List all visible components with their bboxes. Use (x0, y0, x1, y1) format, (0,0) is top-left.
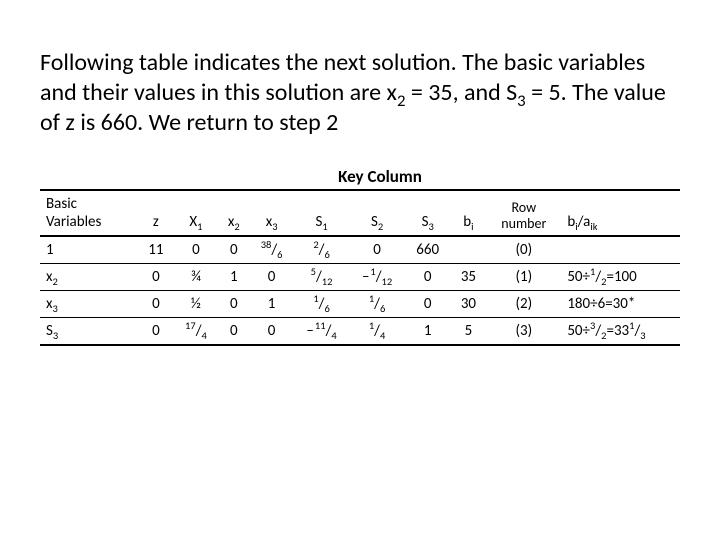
cell-basic: x2 (40, 264, 138, 291)
cell-s2: –1/12 (349, 264, 405, 291)
cell-x3: 38/6 (249, 236, 293, 264)
cell-x2: 0 (218, 318, 249, 346)
col-ratio: bi/aik (561, 190, 680, 236)
cell-ratio (561, 236, 680, 264)
cell-ratio: 50÷3/2=331/3 (561, 318, 680, 346)
cell-s1: –11/4 (294, 318, 350, 346)
cell-bi: 5 (451, 318, 487, 346)
cell-basic: S3 (40, 318, 138, 346)
col-x1: X1 (174, 190, 218, 236)
cell-s2: 1/6 (349, 291, 405, 318)
cell-rownum: (2) (486, 291, 561, 318)
col-s3: S3 (405, 190, 451, 236)
simplex-table: BasicVariables z X1 x2 x3 S1 S2 S3 bi Ro… (40, 189, 680, 346)
table-body: 1110038/62/60660(0)x20¾105/12–1/12035(1)… (40, 236, 680, 345)
cell-s2: 1/4 (349, 318, 405, 346)
cell-x1: 0 (174, 236, 218, 264)
col-s1: S1 (294, 190, 350, 236)
table-row: 1110038/62/60660(0) (40, 236, 680, 264)
col-bi: bi (451, 190, 487, 236)
col-z: z (138, 190, 174, 236)
cell-s3: 0 (405, 291, 451, 318)
cell-x1: ½ (174, 291, 218, 318)
cell-x3: 0 (249, 318, 293, 346)
cell-x2: 0 (218, 236, 249, 264)
cell-x2: 0 (218, 291, 249, 318)
cell-rownum: (0) (486, 236, 561, 264)
cell-x3: 1 (249, 291, 293, 318)
cell-s3: 0 (405, 264, 451, 291)
col-x3: x3 (249, 190, 293, 236)
col-x2: x2 (218, 190, 249, 236)
cell-x3: 0 (249, 264, 293, 291)
cell-z: 0 (138, 264, 174, 291)
table-row: x30½011/61/6030(2)180÷6=30* (40, 291, 680, 318)
cell-bi (451, 236, 487, 264)
cell-s1: 2/6 (294, 236, 350, 264)
cell-z: 11 (138, 236, 174, 264)
cell-x1: 17/4 (174, 318, 218, 346)
table-row: S3017/400–11/41/415(3)50÷3/2=331/3 (40, 318, 680, 346)
cell-x2: 1 (218, 264, 249, 291)
cell-z: 0 (138, 291, 174, 318)
col-s2: S2 (349, 190, 405, 236)
cell-x1: ¾ (174, 264, 218, 291)
cell-basic: 1 (40, 236, 138, 264)
cell-bi: 35 (451, 264, 487, 291)
cell-basic: x3 (40, 291, 138, 318)
cell-s1: 5/12 (294, 264, 350, 291)
cell-ratio: 180÷6=30* (561, 291, 680, 318)
cell-rownum: (3) (486, 318, 561, 346)
cell-rownum: (1) (486, 264, 561, 291)
col-basic: BasicVariables (40, 190, 138, 236)
cell-z: 0 (138, 318, 174, 346)
cell-s3: 1 (405, 318, 451, 346)
cell-s3: 660 (405, 236, 451, 264)
cell-s2: 0 (349, 236, 405, 264)
cell-ratio: 50÷1/2=100 (561, 264, 680, 291)
cell-s1: 1/6 (294, 291, 350, 318)
cell-bi: 30 (451, 291, 487, 318)
key-column-label: Key Column (40, 166, 680, 187)
table-row: x20¾105/12–1/12035(1)50÷1/2=100 (40, 264, 680, 291)
intro-text: Following table indicates the next solut… (40, 48, 680, 138)
col-rownum: Rownumber (486, 190, 561, 236)
header-row: BasicVariables z X1 x2 x3 S1 S2 S3 bi Ro… (40, 190, 680, 236)
